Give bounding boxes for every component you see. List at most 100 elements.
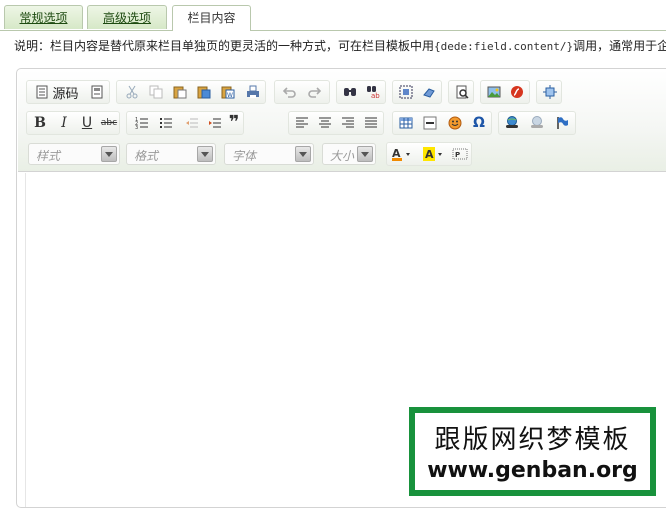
cut-button[interactable] (121, 81, 143, 103)
horizontal-rule-button[interactable] (419, 112, 441, 134)
smiley-icon (448, 116, 462, 130)
blockquote-icon: ❞ (228, 112, 240, 133)
bold-label: B (34, 115, 46, 131)
smiley-button[interactable] (444, 112, 466, 134)
size-select[interactable]: 大小 (322, 143, 376, 165)
svg-text:3: 3 (135, 125, 138, 130)
svg-text:P: P (455, 151, 460, 159)
unlink-icon (529, 116, 545, 130)
toolbar-group-preview (448, 80, 474, 104)
underline-label: U (81, 115, 93, 131)
tab-general-options[interactable]: 常规选项 (4, 5, 83, 29)
templates-button[interactable] (87, 81, 107, 103)
table-icon (399, 116, 413, 130)
align-left-icon (295, 116, 309, 130)
paste-word-icon: W (221, 85, 235, 99)
find-button[interactable] (339, 81, 361, 103)
bulleted-list-icon (159, 116, 173, 130)
indent-button[interactable] (204, 112, 226, 134)
unlink-button[interactable] (526, 112, 548, 134)
remove-format-button[interactable] (418, 81, 440, 103)
undo-icon (282, 85, 296, 99)
numbered-list-icon: 123 (135, 116, 149, 130)
link-button[interactable] (501, 112, 523, 134)
watermark-inner: 跟版网织梦模板 www.genban.org (413, 411, 652, 492)
source-button[interactable]: 源码 (31, 81, 83, 103)
print-button[interactable] (243, 81, 263, 103)
templates-icon (90, 85, 104, 99)
paste-button[interactable] (169, 81, 191, 103)
anchor-button[interactable] (551, 112, 573, 134)
image-button[interactable] (483, 81, 505, 103)
paste-icon (173, 85, 187, 99)
copy-icon (149, 85, 163, 99)
bold-button[interactable]: B (29, 112, 51, 134)
maximize-icon (543, 85, 557, 99)
paste-word-button[interactable]: W (217, 81, 239, 103)
format-select-label: 格式 (134, 149, 159, 163)
tab-column-content[interactable]: 栏目内容 (172, 5, 251, 31)
toolbar-group-history (274, 80, 330, 104)
maximize-button[interactable] (539, 81, 561, 103)
source-icon (35, 85, 49, 99)
toolbar-group-document: 源码 (26, 80, 110, 104)
outdent-button[interactable] (181, 112, 203, 134)
strikethrough-button[interactable]: abc (99, 112, 119, 134)
preview-button[interactable] (451, 81, 473, 103)
toolbar-group-paragraph: 123 ❞ (126, 111, 244, 135)
align-justify-button[interactable] (360, 112, 382, 134)
tab-advanced-options[interactable]: 高级选项 (87, 5, 167, 29)
chevron-down-icon (197, 146, 213, 162)
toolbar-group-align (288, 111, 384, 135)
text-color-button[interactable]: A (389, 143, 417, 165)
numbered-list-button[interactable]: 123 (131, 112, 153, 134)
font-select-label: 字体 (232, 149, 257, 163)
anchor-icon (555, 116, 569, 130)
replace-icon: ab (366, 85, 380, 99)
paste-text-icon (197, 85, 211, 99)
paste-text-button[interactable] (193, 81, 215, 103)
link-icon (504, 116, 520, 130)
svg-text:ab: ab (371, 92, 380, 99)
align-center-icon (318, 116, 332, 130)
bulleted-list-button[interactable] (155, 112, 177, 134)
align-center-button[interactable] (314, 112, 336, 134)
align-justify-icon (364, 116, 378, 130)
text-color-icon: A (391, 147, 415, 161)
align-right-button[interactable] (337, 112, 359, 134)
copy-button[interactable] (145, 81, 167, 103)
bg-color-icon: A (422, 147, 446, 161)
styles-select[interactable]: 样式 (28, 143, 120, 165)
align-right-icon (341, 116, 355, 130)
replace-button[interactable]: ab (362, 81, 384, 103)
description-prefix: 说明：栏目内容是替代原来栏目单独页的更灵活的一种方式，可在栏目模板中用 (14, 39, 435, 53)
italic-button[interactable]: I (53, 112, 75, 134)
toolbar-group-basic-style: B I U abc (26, 111, 120, 135)
italic-label: I (61, 115, 67, 131)
horizontal-rule-icon (423, 116, 437, 130)
indent-icon (208, 116, 222, 130)
select-all-button[interactable] (395, 81, 417, 103)
chevron-down-icon (295, 146, 311, 162)
format-select[interactable]: 格式 (126, 143, 216, 165)
font-select[interactable]: 字体 (224, 143, 314, 165)
description-tag: {dede:field.content/} (434, 40, 574, 53)
blockquote-button[interactable]: ❞ (225, 112, 243, 134)
special-char-icon: Ω (473, 115, 485, 131)
underline-button[interactable]: U (76, 112, 98, 134)
bg-color-button[interactable]: A (420, 143, 448, 165)
watermark-url: www.genban.org (427, 458, 638, 483)
toolbar-group-clipboard: W (116, 80, 266, 104)
flash-button[interactable] (506, 81, 528, 103)
styles-select-label: 样式 (36, 149, 61, 163)
table-button[interactable] (395, 112, 417, 134)
undo-button[interactable] (277, 81, 301, 103)
show-blocks-icon: P (452, 147, 468, 161)
align-left-button[interactable] (291, 112, 313, 134)
redo-button[interactable] (303, 81, 327, 103)
show-blocks-button[interactable]: P (449, 143, 471, 165)
toolbar-group-view (536, 80, 562, 104)
special-char-button[interactable]: Ω (468, 112, 490, 134)
redo-icon (308, 85, 322, 99)
image-icon (487, 85, 501, 99)
